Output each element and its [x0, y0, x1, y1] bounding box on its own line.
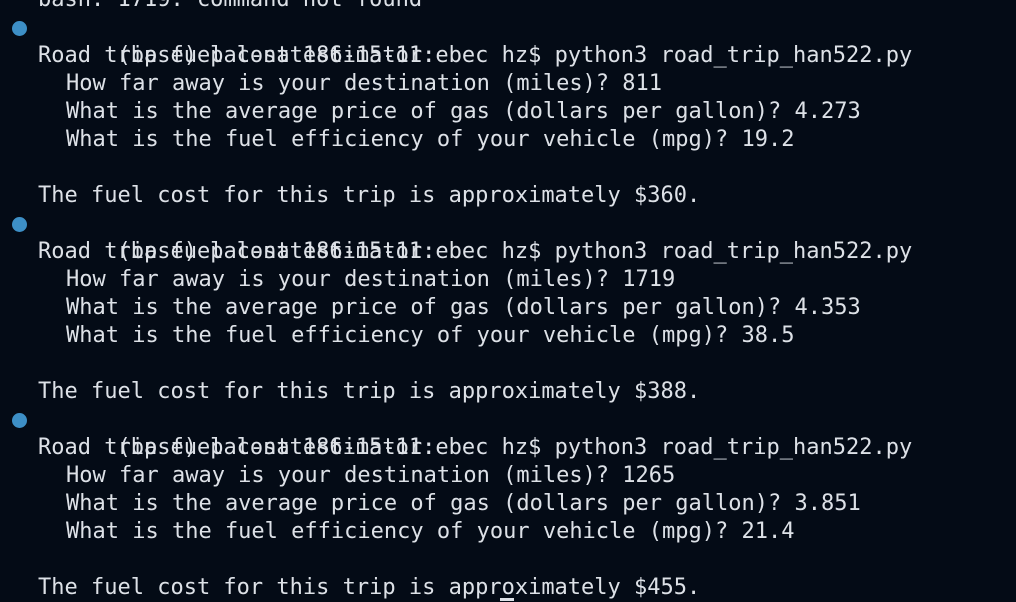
prompt-line: (base) pal-nat186-15-11:ebec hz$ python3…: [0, 14, 1016, 68]
terminal-window[interactable]: bash: 1719: command not found (base) pal…: [0, 0, 1016, 602]
program-heading: Road trip fuel cost estimator:: [38, 239, 436, 264]
distance-prompt: How far away is your destination (miles)…: [66, 71, 663, 96]
fuel-efficiency-prompt: What is the fuel efficiency of your vehi…: [66, 127, 795, 152]
fuel-cost-result: The fuel cost for this trip is approxima…: [38, 379, 701, 404]
program-heading: Road trip fuel cost estimator:: [38, 43, 436, 68]
prompt-line: (base) pal-nat186-15-11:ebec hz$ python3…: [0, 210, 1016, 264]
gas-price-prompt: What is the average price of gas (dollar…: [66, 99, 861, 124]
distance-prompt: How far away is your destination (miles)…: [66, 267, 676, 292]
program-heading: Road trip fuel cost estimator:: [38, 435, 436, 460]
fuel-efficiency-prompt: What is the fuel efficiency of your vehi…: [66, 519, 795, 544]
terminal-output: bash: 1719: command not found (base) pal…: [0, 0, 1016, 602]
fuel-efficiency-prompt: What is the fuel efficiency of your vehi…: [66, 323, 795, 348]
command-status-dot-icon[interactable]: [12, 21, 27, 36]
prompt-line: (base) pal-nat186-15-11:ebec hz$ python3…: [0, 406, 1016, 460]
command-status-dot-icon[interactable]: [12, 413, 27, 428]
fuel-cost-result: The fuel cost for this trip is approxima…: [38, 183, 701, 208]
text-cursor: [500, 598, 514, 601]
command-status-dot-icon[interactable]: [12, 217, 27, 232]
distance-prompt: How far away is your destination (miles)…: [66, 463, 676, 488]
gas-price-prompt: What is the average price of gas (dollar…: [66, 491, 861, 516]
gas-price-prompt: What is the average price of gas (dollar…: [66, 295, 861, 320]
previous-output-line: bash: 1719: command not found: [0, 0, 1016, 14]
